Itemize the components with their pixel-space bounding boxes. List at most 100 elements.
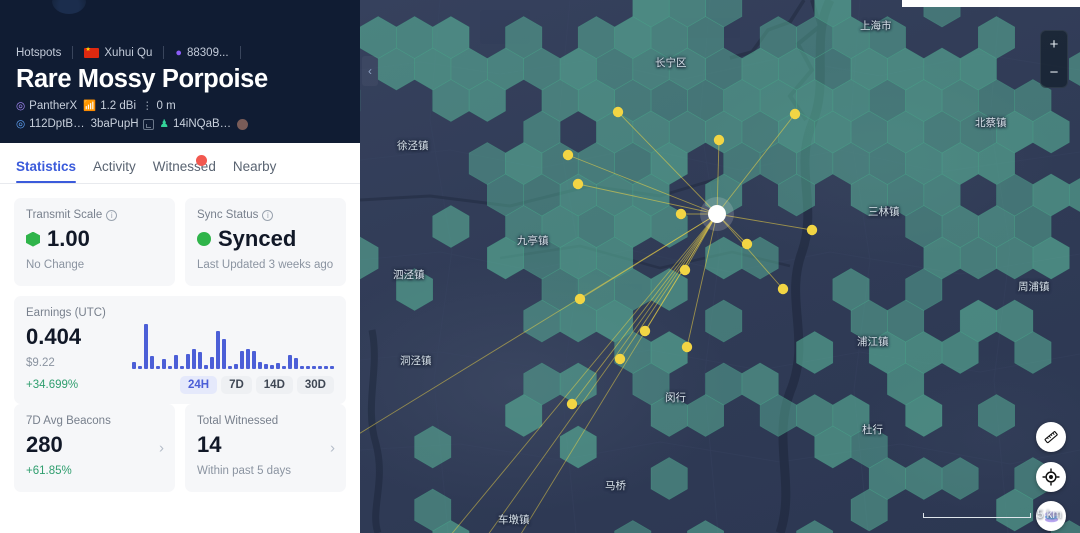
hotspot-gain-label: 1.2 dBi: [100, 100, 137, 113]
range-14d[interactable]: 14D: [255, 375, 293, 394]
breadcrumb-geo-label: 88309...: [187, 46, 229, 59]
maker-icon: ◎: [16, 100, 26, 113]
hotspot-address-label: 112DptB…: [29, 118, 85, 131]
witness-marker[interactable]: [675, 208, 687, 220]
witness-link-line: [619, 213, 718, 360]
earnings-bar: [240, 350, 244, 369]
earnings-bar: [312, 365, 316, 369]
transmit-scale-label: Transmit Scale: [26, 209, 103, 221]
transmit-scale-card[interactable]: Transmit Scale i 1.00 No Change: [14, 198, 175, 286]
chevron-right-icon[interactable]: ›: [159, 439, 164, 456]
witness-marker[interactable]: [679, 264, 691, 276]
earnings-bar-chart: [128, 321, 334, 369]
earnings-card[interactable]: Earnings (UTC) 0.404 $9.22 +34.699% 24H …: [14, 295, 346, 404]
witness-marker[interactable]: [566, 398, 578, 410]
witnessed-notification-badge: [196, 155, 207, 166]
zoom-in-button[interactable]: +: [1041, 31, 1067, 59]
tab-statistics[interactable]: Statistics: [16, 159, 77, 183]
map-zoom-control[interactable]: + −: [1040, 30, 1068, 88]
measure-distance-button[interactable]: [1036, 422, 1066, 452]
range-30d[interactable]: 30D: [296, 375, 334, 394]
witness-marker[interactable]: [639, 325, 651, 337]
breadcrumb-region[interactable]: Xuhui Qu: [84, 45, 153, 59]
total-witnessed-card[interactable]: Total Witnessed 14 Within past 5 days ›: [185, 403, 346, 492]
hotspot-meta-row-secondary: ◎ 112DptB… 3baPupH ♟ 14iNQaB…: [16, 118, 344, 130]
sync-status-value: Synced: [218, 226, 297, 251]
breadcrumb-hotspots[interactable]: Hotspots: [16, 47, 61, 59]
avg-beacons-value: 280: [26, 431, 63, 457]
earnings-bar: [168, 365, 172, 369]
earnings-change: +34.699%: [26, 379, 79, 392]
locate-me-button[interactable]: [1036, 462, 1066, 492]
info-circle-icon[interactable]: i: [106, 209, 118, 221]
witness-link-line: [451, 213, 718, 533]
coverage-map[interactable]: 长宁区 上海市 北蔡镇 徐泾镇 九亭镇 泗泾镇 三林镇 周浦镇 浦江镇 洞泾镇 闵行 杜行 马桥 车墩镇 …: [360, 0, 1080, 533]
witness-marker[interactable]: [612, 106, 624, 118]
earnings-bar: [150, 355, 154, 369]
transmit-scale-sub: No Change: [26, 259, 85, 272]
earnings-bar: [162, 358, 166, 369]
witness-marker[interactable]: [681, 341, 693, 353]
witness-marker[interactable]: [741, 238, 753, 250]
sync-status-card[interactable]: Sync Status i Synced Last Updated 3 week…: [185, 198, 346, 286]
cards-row-metrics: 7D Avg Beacons 280 +61.85% › Total Witne…: [14, 403, 346, 492]
circle-status-icon: [197, 232, 211, 247]
earnings-bar: [306, 365, 310, 369]
earnings-bar: [144, 323, 148, 369]
hotspot-payer-label: 14iNQaB…: [172, 118, 232, 131]
earnings-bar: [324, 365, 328, 369]
info-circle-icon[interactable]: i: [262, 209, 274, 221]
earnings-bar: [264, 363, 268, 369]
earnings-bar: [180, 365, 184, 369]
selected-hotspot-marker[interactable]: [708, 205, 726, 223]
earnings-bar: [246, 348, 250, 369]
antenna-signal-icon: 📶: [83, 100, 97, 113]
witness-marker[interactable]: [806, 224, 818, 236]
witness-marker[interactable]: [574, 293, 586, 305]
locate-crosshair-icon: [1042, 468, 1060, 486]
earnings-bar: [204, 364, 208, 369]
zoom-out-button[interactable]: −: [1041, 59, 1067, 87]
transmit-scale-label-wrap: Transmit Scale i: [26, 209, 163, 221]
breadcrumb-region-label: Xuhui Qu: [104, 46, 153, 59]
avg-beacons-card[interactable]: 7D Avg Beacons 280 +61.85% ›: [14, 403, 175, 492]
detail-tabs: Statistics Activity Witnessed Nearby: [0, 143, 360, 184]
earnings-bar: [294, 357, 298, 369]
page-title: Rare Mossy Porpoise: [16, 65, 268, 93]
hotspot-owner[interactable]: 3baPupH: [91, 118, 154, 130]
witness-marker[interactable]: [614, 353, 626, 365]
witness-marker[interactable]: [713, 134, 725, 146]
sync-status-sub: Last Updated 3 weeks ago: [197, 259, 334, 272]
chevron-right-icon[interactable]: ›: [330, 439, 335, 456]
location-pin-icon: ●: [175, 46, 182, 59]
range-7d[interactable]: 7D: [221, 375, 252, 394]
sync-status-value-wrap: Synced: [197, 226, 334, 251]
hotspot-address[interactable]: ◎ 112DptB…: [16, 118, 85, 130]
copy-icon[interactable]: [142, 118, 154, 130]
hotspot-gain: 📶 1.2 dBi: [83, 100, 136, 112]
hotspot-payer[interactable]: ♟ 14iNQaB…: [160, 118, 232, 130]
sidebar-collapse-button[interactable]: ‹: [362, 56, 378, 86]
hotspot-meta-row-primary: ◎ PantherX 📶 1.2 dBi ⋮ 0 m: [16, 100, 344, 112]
breadcrumb-geo[interactable]: ● 88309...: [175, 47, 228, 59]
earnings-bar: [138, 365, 142, 369]
earnings-bar: [222, 338, 226, 369]
tab-activity[interactable]: Activity: [93, 159, 136, 183]
witness-marker[interactable]: [562, 149, 574, 161]
witness-marker[interactable]: [777, 283, 789, 295]
map-top-overlay-strip: [902, 0, 1080, 7]
breadcrumb-hotspots-label: Hotspots: [16, 46, 62, 59]
range-24h[interactable]: 24H: [179, 375, 218, 394]
hotspot-header: Hotspots Xuhui Qu ● 88309... Rare Mossy …: [0, 0, 360, 143]
map-scale-bar: 5 km: [923, 509, 1062, 521]
earnings-bar: [270, 364, 274, 369]
earnings-bar: [174, 354, 178, 369]
hotspot-address-icon: ◎: [16, 118, 26, 131]
witness-marker[interactable]: [572, 178, 584, 190]
earnings-bar: [318, 365, 322, 369]
witness-marker[interactable]: [789, 108, 801, 120]
hotspot-explorer-app: Hotspots Xuhui Qu ● 88309... Rare Mossy …: [0, 0, 1080, 533]
tab-nearby[interactable]: Nearby: [233, 159, 277, 183]
witness-link-line: [617, 111, 718, 215]
total-witnessed-sub: Within past 5 days: [197, 465, 291, 478]
